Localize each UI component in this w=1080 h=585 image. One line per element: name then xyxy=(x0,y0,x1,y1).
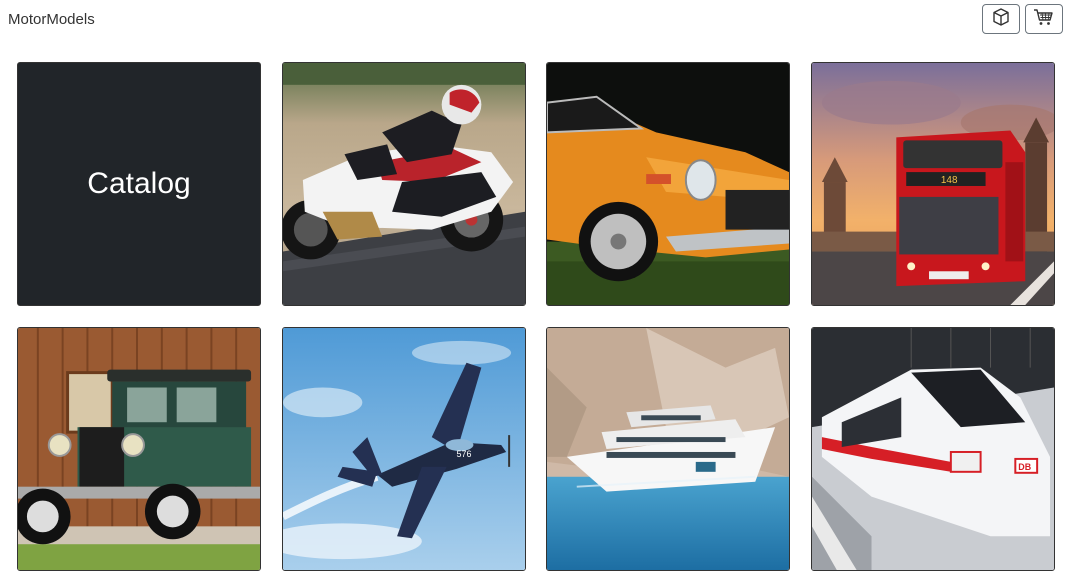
catalog-button[interactable] xyxy=(982,4,1020,34)
bus-tile[interactable]: 148 xyxy=(811,62,1055,306)
airplane-tile[interactable]: 576 xyxy=(282,327,526,571)
cart-button[interactable] xyxy=(1025,4,1063,34)
bus-image: 148 xyxy=(812,63,1054,305)
plane-marking: 576 xyxy=(457,449,472,459)
catalog-label: Catalog xyxy=(87,167,191,200)
vintage-car-tile[interactable] xyxy=(17,327,261,571)
airplane-image: 576 xyxy=(283,328,525,570)
train-tile[interactable]: DB xyxy=(811,327,1055,571)
cart-icon xyxy=(1033,7,1055,32)
yacht-image xyxy=(547,328,789,570)
sports-car-tile[interactable] xyxy=(546,62,790,306)
motorcycle-tile[interactable] xyxy=(282,62,526,306)
bus-route-sign: 148 xyxy=(941,175,958,186)
top-bar: MotorModels xyxy=(0,0,1080,40)
train-image: DB xyxy=(812,328,1054,570)
yacht-tile[interactable] xyxy=(546,327,790,571)
sports-car-image xyxy=(547,63,789,305)
vintage-car-image xyxy=(18,328,260,570)
motorcycle-image xyxy=(283,63,525,305)
train-logo: DB xyxy=(1018,462,1031,472)
box-icon xyxy=(991,7,1011,32)
catalog-tile[interactable]: Catalog xyxy=(17,62,261,306)
brand-name[interactable]: MotorModels xyxy=(8,11,95,28)
